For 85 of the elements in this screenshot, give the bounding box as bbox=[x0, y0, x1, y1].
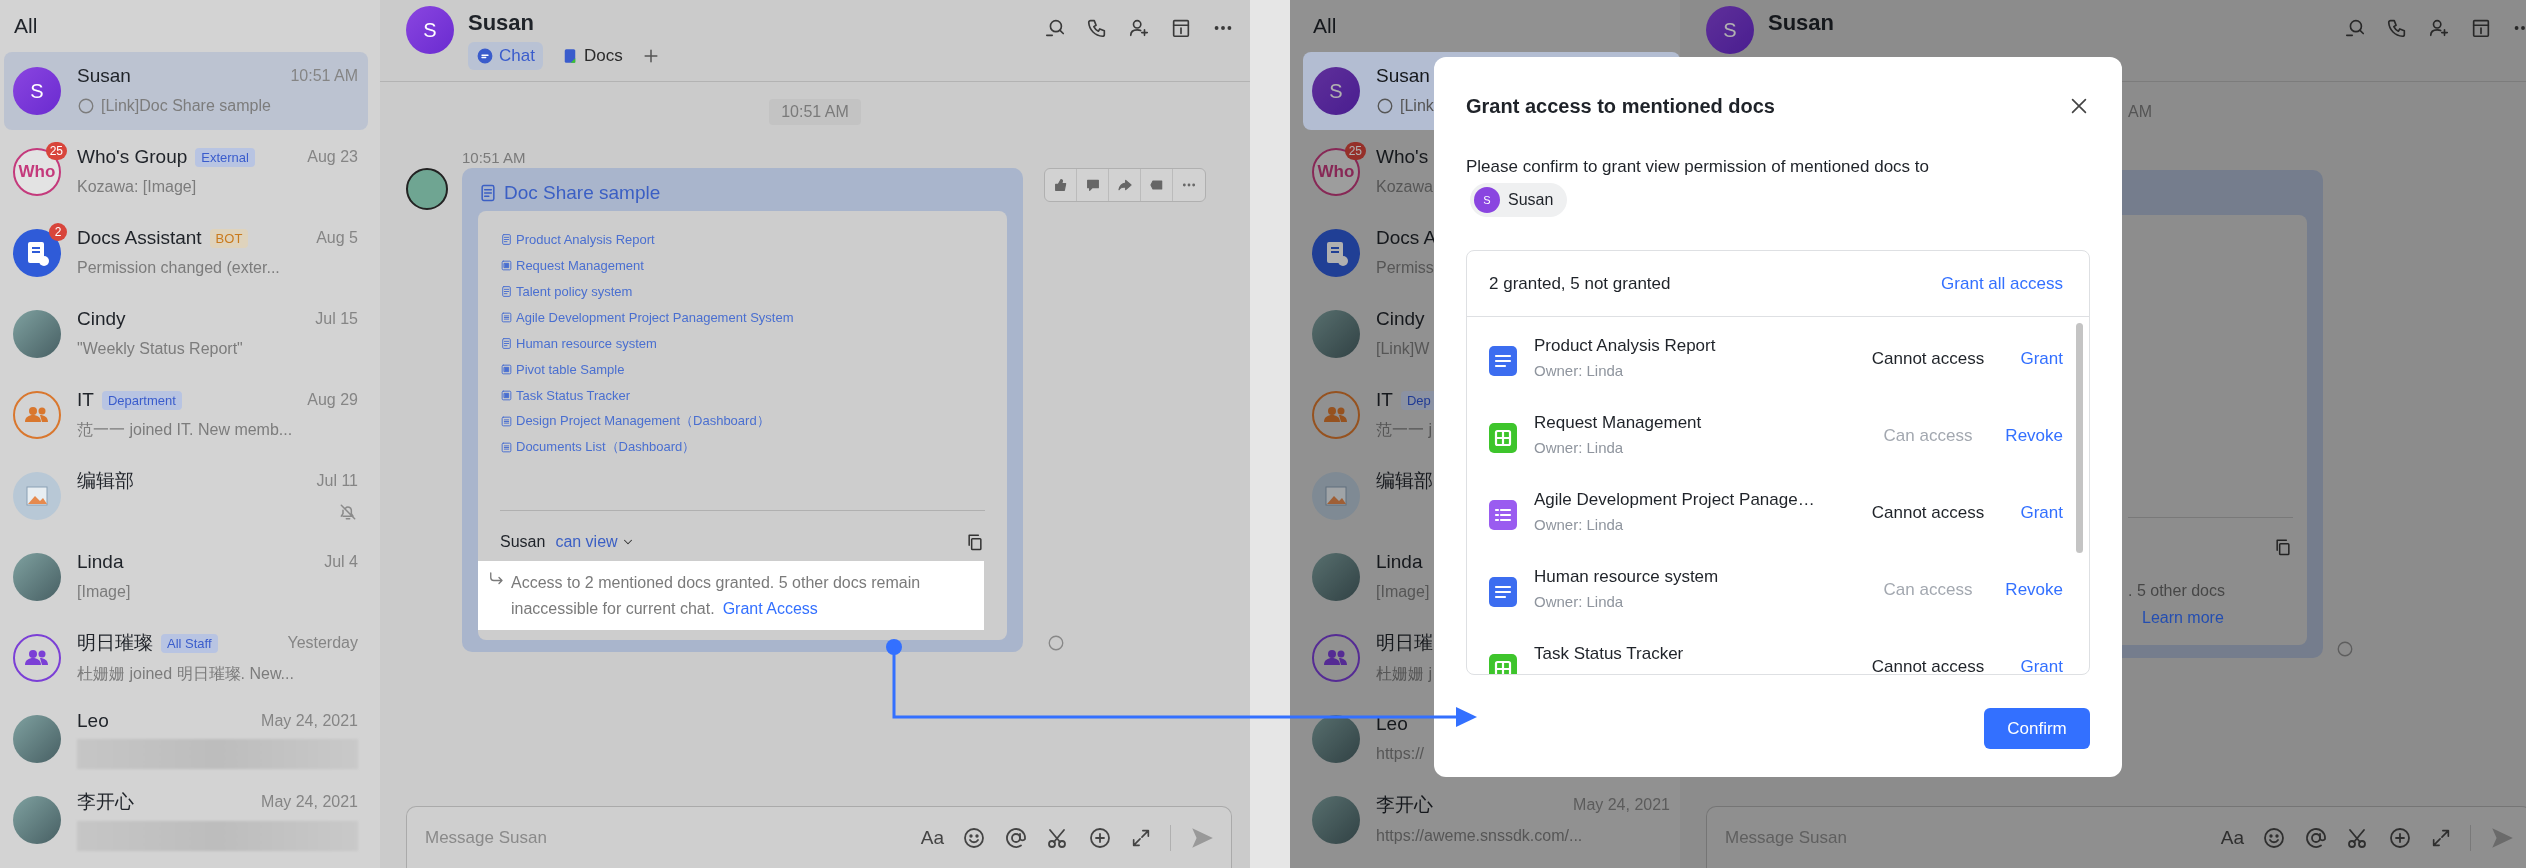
contact-name: IT bbox=[77, 389, 94, 411]
message-time: Jul 15 bbox=[315, 310, 358, 328]
contact-name: 李开心 bbox=[77, 790, 134, 814]
contact-name: Leo bbox=[77, 710, 109, 732]
tag-label: All Staff bbox=[161, 633, 218, 653]
message-preview: [Image] bbox=[77, 583, 131, 601]
tag-label: Dep bbox=[1400, 390, 1437, 410]
message-preview: Permiss bbox=[1376, 259, 1434, 277]
card-title: Doc Share sample bbox=[504, 182, 661, 204]
doc-title: Task Status Tracker bbox=[1534, 643, 1684, 665]
doc-owner: Owner: Linda bbox=[1534, 438, 1624, 458]
contact-name: 明日璀 bbox=[1376, 631, 1433, 655]
letter-avatar: S bbox=[13, 67, 61, 115]
message-time: Jul 11 bbox=[316, 472, 358, 490]
unread-badge: 2 bbox=[49, 223, 67, 241]
user-name: Susan bbox=[1508, 191, 1554, 209]
tag-label: Department bbox=[101, 390, 182, 410]
doc-title: Product Analysis Report bbox=[1534, 335, 1716, 357]
unread-badge: 25 bbox=[45, 142, 67, 160]
message-time: May 24, 2021 bbox=[261, 793, 358, 811]
letter-avatar: S bbox=[1706, 6, 1754, 54]
dialog-description: Please confirm to grant view permission of mentioned docs to bbox=[1466, 156, 1930, 178]
contact-name: Docs Assistant bbox=[77, 227, 202, 249]
message-preview: Kozawa bbox=[1376, 178, 1433, 196]
chat-title: Susan bbox=[1768, 10, 1835, 36]
message-preview: [Link]W bbox=[1376, 340, 1430, 358]
message-time: Aug 29 bbox=[307, 391, 358, 409]
letter-avatar: S bbox=[1474, 187, 1500, 213]
message-preview: https:// bbox=[1376, 745, 1425, 763]
dialog-title: Grant access to mentioned docs bbox=[1466, 94, 1775, 118]
contact-name: Susan bbox=[77, 65, 131, 87]
access-status: Can access bbox=[1882, 426, 1974, 446]
message-preview: Kozawa: [Image] bbox=[77, 178, 197, 196]
contact-name: Cindy bbox=[1376, 308, 1425, 330]
access-status: Cannot access bbox=[1870, 349, 1986, 369]
message-time: 10:51 AM bbox=[290, 67, 358, 85]
contact-name: Who's Group bbox=[77, 146, 188, 168]
message-time: Jul 4 bbox=[324, 553, 358, 571]
contact-name: Linda bbox=[77, 551, 124, 573]
message-time: Aug 23 bbox=[307, 148, 358, 166]
access-status: Cannot access bbox=[1870, 503, 1986, 523]
message-preview: Permission changed (exter... bbox=[77, 259, 280, 277]
contact-name: 编辑部 bbox=[77, 469, 134, 493]
message-time: 10:51 AM bbox=[462, 149, 526, 166]
doc-title: Agile Development Project Panage… bbox=[1534, 489, 1815, 511]
contact-name: 明日璀璨 bbox=[77, 631, 153, 655]
list-title: All bbox=[13, 13, 38, 39]
access-notice: Access to 2 mentioned docs granted. 5 other docs remain inaccessible for current chat. Grant Access bbox=[511, 573, 922, 619]
message-time: May 24, 2021 bbox=[261, 712, 358, 730]
contact-name: Leo bbox=[1376, 713, 1408, 735]
tag-label: External bbox=[195, 147, 255, 167]
access-summary: 2 granted, 5 not granted bbox=[1489, 273, 1671, 294]
message-preview: 范一一 joined IT. New memb... bbox=[77, 419, 293, 440]
access-status: Can access bbox=[1882, 580, 1974, 600]
doc-owner: Owner: Linda bbox=[1534, 515, 1624, 535]
letter-avatar: S bbox=[1312, 67, 1360, 115]
access-status: Cannot access bbox=[1870, 657, 1986, 674]
message-preview: 杜姗姗 joined 明日璀璨. New... bbox=[77, 663, 294, 684]
doc-owner: Owner: Linda bbox=[1534, 592, 1624, 612]
contact-name: 李开心 bbox=[1376, 793, 1433, 817]
contact-name: Linda bbox=[1376, 551, 1423, 573]
message-preview: [Link]Doc Share sample bbox=[101, 97, 271, 115]
message-preview: [Image] bbox=[1376, 583, 1430, 601]
chat-title: Susan bbox=[468, 10, 535, 36]
tag-label: BOT bbox=[209, 228, 249, 248]
contact-name: Cindy bbox=[77, 308, 126, 330]
user-name: Susan bbox=[500, 533, 546, 551]
doc-title: Request Management bbox=[1534, 412, 1702, 434]
time-divider: AM bbox=[2128, 102, 2152, 122]
contact-name: 编辑部 bbox=[1376, 469, 1433, 493]
doc-owner: Owner: Linda bbox=[1534, 361, 1624, 381]
message-time: Aug 5 bbox=[316, 229, 358, 247]
letter-avatar: S bbox=[406, 6, 454, 54]
message-preview: [Link bbox=[1400, 97, 1434, 115]
message-preview: https://aweme.snssdk.com/... bbox=[1376, 827, 1583, 845]
message-preview: 杜姗姗 j bbox=[1376, 663, 1432, 684]
contact-name: IT bbox=[1376, 389, 1393, 411]
access-notice: . 5 other docs bbox=[2128, 581, 2226, 601]
list-title: All bbox=[1312, 13, 1337, 39]
message-preview: "Weekly Status Report" bbox=[77, 340, 243, 358]
contact-name: Who's bbox=[1376, 146, 1429, 168]
message-time: Yesterday bbox=[287, 634, 358, 652]
contact-name: Susan bbox=[1376, 65, 1430, 87]
doc-title: Human resource system bbox=[1534, 566, 1719, 588]
unread-badge: 25 bbox=[1344, 142, 1366, 160]
